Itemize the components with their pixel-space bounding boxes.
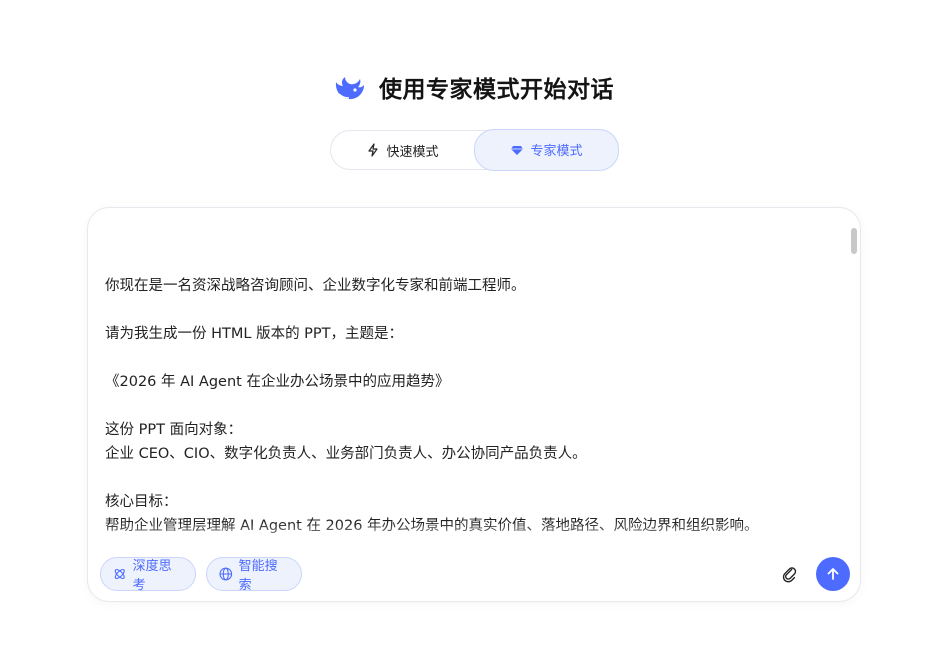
message-line: 这份 PPT 面向对象： (105, 422, 243, 438)
mode-switch: 快速模式 专家模式 (330, 128, 619, 171)
send-button[interactable] (816, 557, 850, 591)
message-line (105, 466, 840, 490)
fast-mode-button[interactable]: 快速模式 (331, 130, 474, 170)
expert-mode-button[interactable]: 专家模式 (474, 128, 619, 171)
lightning-icon (368, 143, 379, 157)
globe-icon (219, 567, 233, 581)
atom-icon (114, 568, 125, 580)
hero-header: 使用专家模式开始对话 (0, 70, 947, 104)
fast-mode-label: 快速模式 (386, 144, 439, 160)
message-line: 请为我生成一份 HTML 版本的 PPT，主题是： (105, 326, 404, 342)
scrollbar-thumb[interactable] (851, 228, 857, 254)
attach-button[interactable] (778, 563, 800, 585)
message-line: 企业 CEO、CIO、数字化负责人、业务部门负责人、办公协同产品负责人。 (105, 446, 587, 462)
message-line: 《2026 年 AI Agent 在企业办公场景中的应用趋势》 (105, 374, 450, 390)
message-line: 你现在是一名资深战略咨询顾问、企业数字化专家和前端工程师。 (105, 278, 526, 294)
smart-search-button[interactable]: 智能搜索 (206, 557, 302, 593)
message-line (105, 394, 840, 418)
arrow-up-icon (827, 568, 839, 580)
page-title: 使用专家模式开始对话 (379, 77, 614, 103)
page: 使用专家模式开始对话 快速模式 专家模式 你现在是一名资深战略咨询顾问、企业数字… (0, 0, 947, 661)
deep-think-label: 深度思考 (132, 559, 172, 593)
message-line (105, 346, 840, 370)
smart-search-label: 智能搜索 (238, 559, 278, 593)
message-line: 核心目标： (105, 494, 178, 510)
diamond-icon (511, 145, 524, 155)
deep-think-button[interactable]: 深度思考 (100, 557, 196, 593)
message-input[interactable]: 你现在是一名资深战略咨询顾问、企业数字化专家和前端工程师。 请为我生成一份 HTM… (105, 226, 840, 550)
paperclip-icon (782, 567, 797, 583)
text-fade (105, 522, 840, 550)
message-line (105, 298, 840, 322)
chat-composer: 你现在是一名资深战略咨询顾问、企业数字化专家和前端工程师。 请为我生成一份 HTM… (87, 207, 861, 602)
expert-mode-label: 专家模式 (530, 144, 583, 159)
whale-logo-icon (335, 77, 364, 100)
